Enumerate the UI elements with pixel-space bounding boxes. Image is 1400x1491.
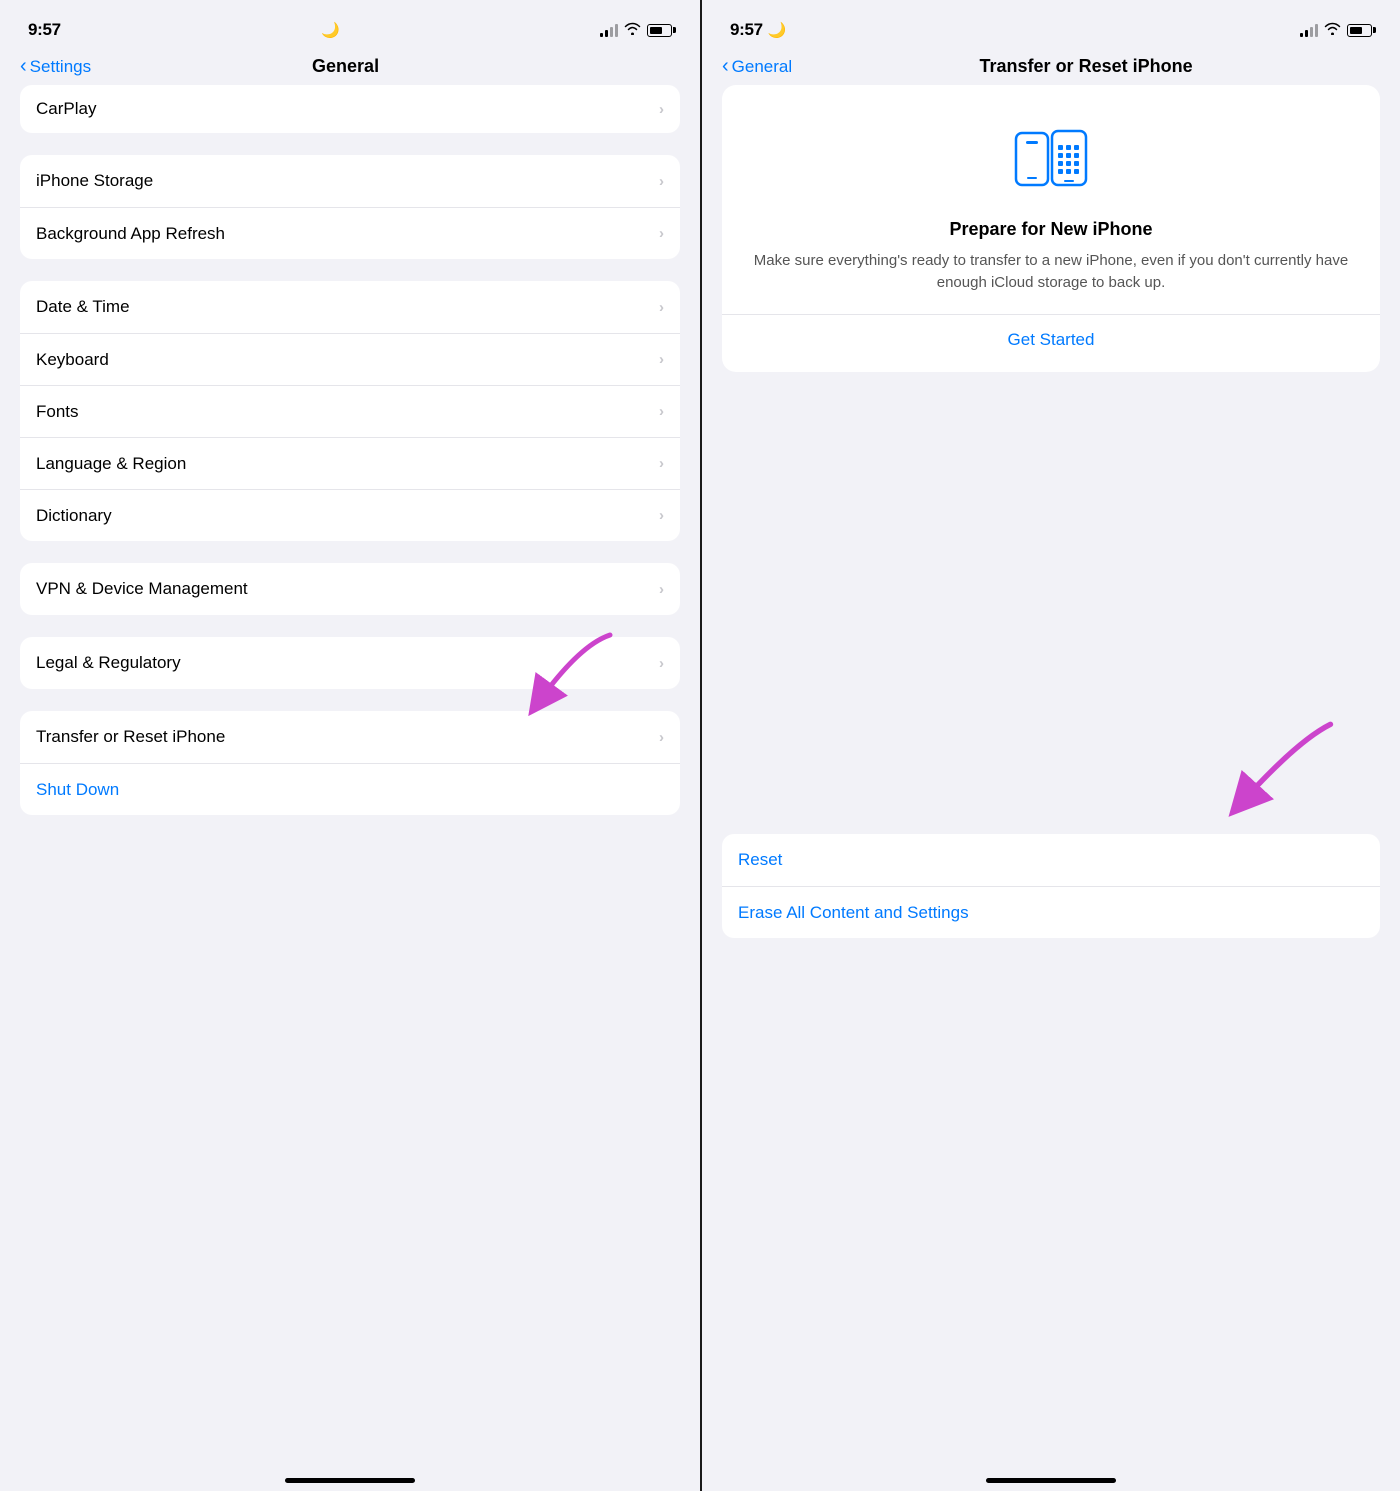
date-time-card: Date & Time › Keyboard › Fonts › Languag…	[20, 281, 680, 541]
iphone-storage-chevron: ›	[659, 173, 664, 190]
fonts-chevron: ›	[659, 403, 664, 420]
home-bar-left	[285, 1478, 415, 1483]
prepare-group: Prepare for New iPhone Make sure everyth…	[722, 85, 1380, 372]
iphone-storage-label: iPhone Storage	[36, 171, 153, 191]
carplay-chevron: ›	[659, 101, 664, 118]
date-time-label: Date & Time	[36, 297, 130, 317]
status-icons-right	[1300, 22, 1372, 38]
moon-icon-left: 🌙	[321, 21, 340, 39]
status-icons-left	[600, 22, 672, 38]
back-label-right: General	[732, 57, 792, 77]
prepare-icon	[742, 113, 1360, 203]
fonts-row[interactable]: Fonts ›	[20, 385, 680, 437]
vpn-card: VPN & Device Management ›	[20, 563, 680, 615]
date-time-chevron: ›	[659, 299, 664, 316]
purple-arrow-annotation-right	[1190, 708, 1340, 828]
time-left: 9:57	[28, 20, 61, 40]
signal-icon-left	[600, 24, 618, 37]
scroll-content-left: CarPlay › iPhone Storage › Background Ap…	[0, 85, 700, 1457]
shut-down-row[interactable]: Shut Down	[20, 763, 680, 815]
vpn-group: VPN & Device Management ›	[20, 563, 680, 615]
transfer-reset-chevron: ›	[659, 729, 664, 746]
language-region-row[interactable]: Language & Region ›	[20, 437, 680, 489]
erase-label: Erase All Content and Settings	[738, 903, 969, 923]
legal-group: Legal & Regulatory ›	[20, 637, 680, 689]
status-bar-right: 9:57 🌙	[702, 0, 1400, 52]
carplay-label: CarPlay	[36, 99, 96, 119]
time-right: 9:57	[730, 20, 763, 40]
transfer-group: Transfer or Reset iPhone › Shut Down	[20, 711, 680, 815]
left-phone-panel: 9:57 🌙 ‹ Settings General	[0, 0, 700, 1491]
dictionary-chevron: ›	[659, 507, 664, 524]
shut-down-label: Shut Down	[36, 780, 119, 800]
background-app-refresh-label: Background App Refresh	[36, 224, 225, 244]
nav-bar-left: ‹ Settings General	[0, 52, 700, 85]
fonts-label: Fonts	[36, 402, 79, 422]
back-button-left[interactable]: ‹ Settings	[20, 57, 91, 77]
iphone-storage-row[interactable]: iPhone Storage ›	[20, 155, 680, 207]
back-label-left: Settings	[30, 57, 91, 77]
date-time-row[interactable]: Date & Time ›	[20, 281, 680, 333]
page-title-right: Transfer or Reset iPhone	[792, 56, 1380, 77]
prepare-card: Prepare for New iPhone Make sure everyth…	[722, 85, 1380, 372]
back-chevron-right: ‹	[722, 56, 729, 76]
home-indicator-right	[702, 1457, 1400, 1491]
date-time-group: Date & Time › Keyboard › Fonts › Languag…	[20, 281, 680, 541]
language-region-chevron: ›	[659, 455, 664, 472]
dictionary-row[interactable]: Dictionary ›	[20, 489, 680, 541]
wifi-icon-right	[1324, 22, 1341, 38]
reset-label: Reset	[738, 850, 782, 870]
carplay-group: CarPlay ›	[20, 85, 680, 133]
language-region-label: Language & Region	[36, 454, 186, 474]
battery-icon-right	[1347, 24, 1372, 37]
page-title-left: General	[91, 56, 600, 77]
prepare-title: Prepare for New iPhone	[742, 219, 1360, 240]
prepare-divider	[722, 314, 1380, 315]
battery-icon-left	[647, 24, 672, 37]
keyboard-label: Keyboard	[36, 350, 109, 370]
vpn-chevron: ›	[659, 581, 664, 598]
reset-row[interactable]: Reset	[722, 834, 1380, 886]
get-started-button[interactable]: Get Started	[742, 330, 1360, 350]
transfer-reset-label: Transfer or Reset iPhone	[36, 727, 225, 747]
scroll-content-right: Prepare for New iPhone Make sure everyth…	[702, 85, 1400, 1457]
transfer-reset-row[interactable]: Transfer or Reset iPhone ›	[20, 711, 680, 763]
wifi-icon-left	[624, 22, 641, 38]
reset-card: Reset Erase All Content and Settings	[722, 834, 1380, 938]
storage-card: iPhone Storage › Background App Refresh …	[20, 155, 680, 259]
phones-illustration	[1006, 113, 1096, 203]
background-app-refresh-chevron: ›	[659, 225, 664, 242]
keyboard-row[interactable]: Keyboard ›	[20, 333, 680, 385]
legal-chevron: ›	[659, 655, 664, 672]
nav-bar-right: ‹ General Transfer or Reset iPhone	[702, 52, 1400, 85]
signal-icon-right	[1300, 24, 1318, 37]
status-bar-left: 9:57 🌙	[0, 0, 700, 52]
dictionary-label: Dictionary	[36, 506, 112, 526]
legal-label: Legal & Regulatory	[36, 653, 181, 673]
vpn-label: VPN & Device Management	[36, 579, 248, 599]
storage-group: iPhone Storage › Background App Refresh …	[20, 155, 680, 259]
back-button-right[interactable]: ‹ General	[722, 57, 792, 77]
back-chevron-left: ‹	[20, 56, 27, 76]
prepare-desc: Make sure everything's ready to transfer…	[742, 250, 1360, 294]
background-app-refresh-row[interactable]: Background App Refresh ›	[20, 207, 680, 259]
keyboard-chevron: ›	[659, 351, 664, 368]
erase-row[interactable]: Erase All Content and Settings	[722, 886, 1380, 938]
home-bar-right	[986, 1478, 1116, 1483]
legal-row[interactable]: Legal & Regulatory ›	[20, 637, 680, 689]
reset-group-container: Reset Erase All Content and Settings	[722, 834, 1380, 938]
vpn-row[interactable]: VPN & Device Management ›	[20, 563, 680, 615]
transfer-card: Transfer or Reset iPhone › Shut Down	[20, 711, 680, 815]
legal-card: Legal & Regulatory ›	[20, 637, 680, 689]
home-indicator-left	[0, 1457, 700, 1491]
moon-icon-right: 🌙	[768, 21, 787, 39]
right-phone-panel: 9:57 🌙 ‹ General Transfer or Re	[700, 0, 1400, 1491]
